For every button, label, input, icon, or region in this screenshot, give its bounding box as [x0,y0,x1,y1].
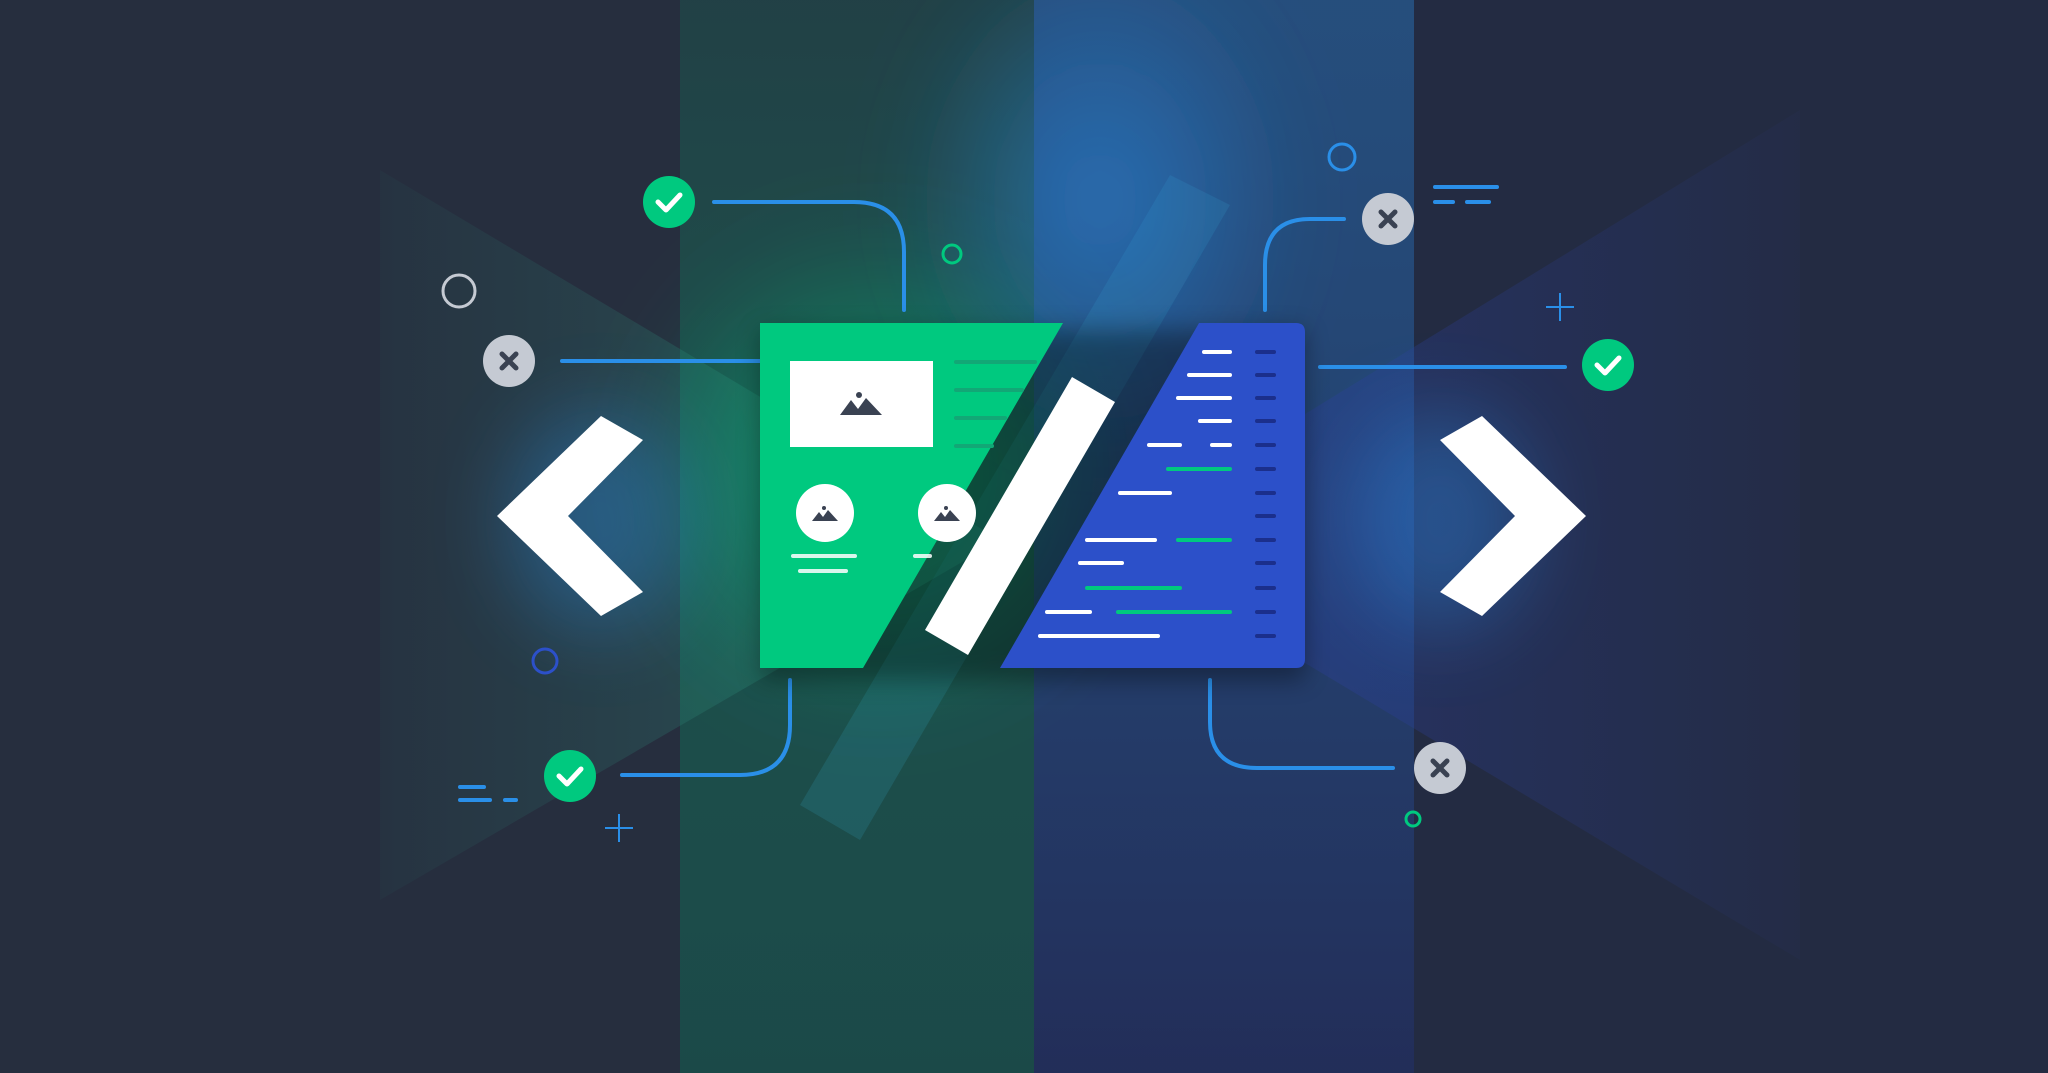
hero-illustration [0,0,2048,1073]
check-circle-icon [544,750,596,802]
x-circle-icon [483,335,535,387]
avatar-placeholder [918,484,976,542]
image-placeholder [790,361,933,447]
x-circle-icon [1362,193,1414,245]
avatar-placeholder [796,484,854,542]
check-circle-icon [643,176,695,228]
x-circle-icon [1414,742,1466,794]
check-circle-icon [1582,339,1634,391]
